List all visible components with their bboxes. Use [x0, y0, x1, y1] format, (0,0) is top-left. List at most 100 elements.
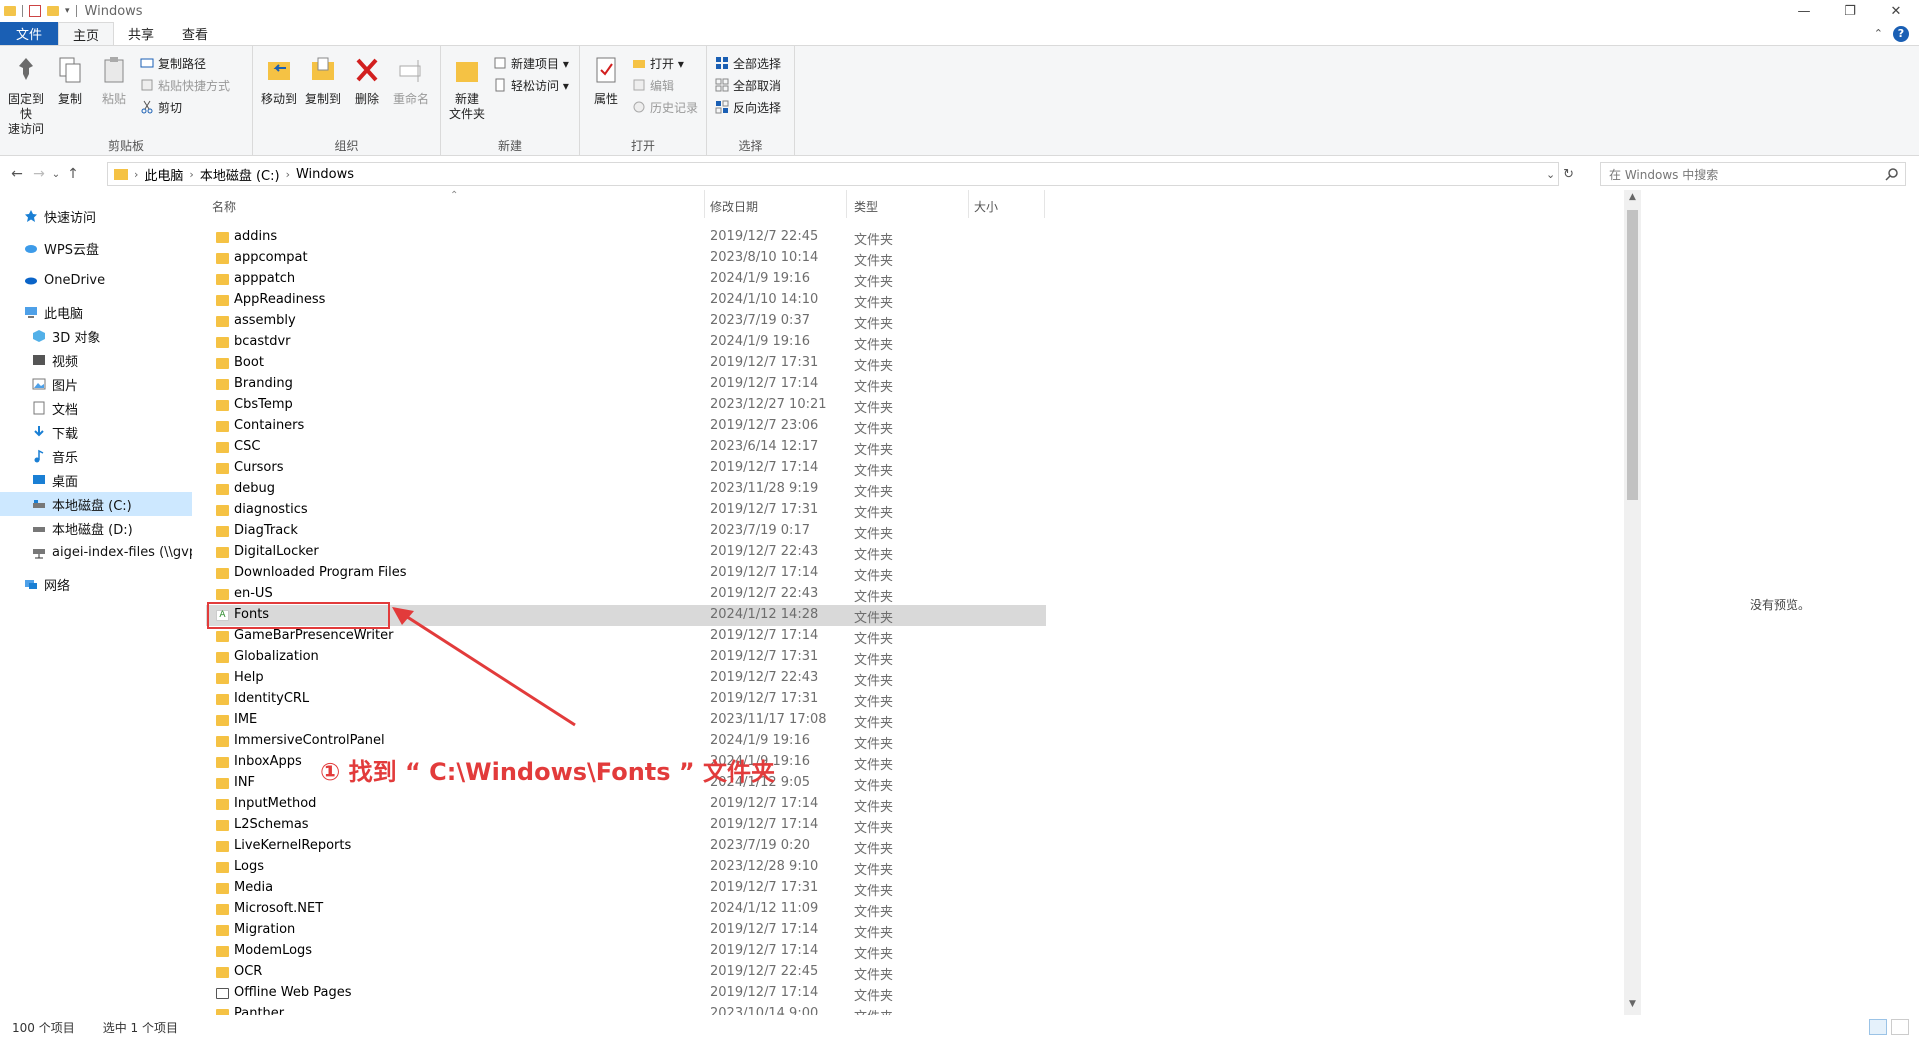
- refresh-icon[interactable]: ↻: [1563, 167, 1574, 182]
- tab-file[interactable]: 文件: [0, 22, 59, 45]
- properties-quick-icon[interactable]: [29, 5, 41, 17]
- file-row[interactable]: Branding 2019/12/7 17:14 文件夹: [206, 374, 1046, 395]
- file-row[interactable]: Help 2019/12/7 22:43 文件夹: [206, 668, 1046, 689]
- search-box[interactable]: 在 Windows 中搜索: [1600, 162, 1906, 186]
- file-row[interactable]: Microsoft.NET 2024/1/12 11:09 文件夹: [206, 899, 1046, 920]
- nav-3d-objects[interactable]: 3D 对象: [0, 324, 192, 348]
- file-row[interactable]: L2Schemas 2019/12/7 17:14 文件夹: [206, 815, 1046, 836]
- chevron-right-icon[interactable]: ›: [189, 168, 193, 181]
- file-row[interactable]: LiveKernelReports 2023/7/19 0:20 文件夹: [206, 836, 1046, 857]
- file-row[interactable]: DiagTrack 2023/7/19 0:17 文件夹: [206, 521, 1046, 542]
- file-row[interactable]: ModemLogs 2019/12/7 17:14 文件夹: [206, 941, 1046, 962]
- column-divider[interactable]: [1044, 190, 1045, 218]
- file-row[interactable]: apppatch 2024/1/9 19:16 文件夹: [206, 269, 1046, 290]
- recent-locations-button[interactable]: ⌄: [50, 169, 62, 180]
- file-row[interactable]: GameBarPresenceWriter 2019/12/7 17:14 文件夹: [206, 626, 1046, 647]
- file-row[interactable]: bcastdvr 2024/1/9 19:16 文件夹: [206, 332, 1046, 353]
- new-item-button[interactable]: 新建项目 ▾: [493, 54, 569, 72]
- file-row[interactable]: OCR 2019/12/7 22:45 文件夹: [206, 962, 1046, 983]
- file-row[interactable]: assembly 2023/7/19 0:37 文件夹: [206, 311, 1046, 332]
- back-button[interactable]: ←: [6, 166, 28, 182]
- file-row[interactable]: ImmersiveControlPanel 2024/1/9 19:16 文件夹: [206, 731, 1046, 752]
- nav-network[interactable]: 网络: [0, 572, 192, 596]
- nav-videos[interactable]: 视频: [0, 348, 192, 372]
- breadcrumb-this-pc[interactable]: 此电脑: [144, 165, 183, 184]
- large-icons-view-icon[interactable]: [1891, 1019, 1909, 1035]
- column-divider[interactable]: [704, 190, 705, 218]
- tab-share[interactable]: 共享: [114, 22, 168, 45]
- file-row[interactable]: Globalization 2019/12/7 17:31 文件夹: [206, 647, 1046, 668]
- close-button[interactable]: ✕: [1873, 0, 1919, 22]
- scroll-up-icon[interactable]: ▲: [1624, 192, 1641, 206]
- select-none-button[interactable]: 全部取消: [715, 76, 781, 94]
- file-row[interactable]: InputMethod 2019/12/7 17:14 文件夹: [206, 794, 1046, 815]
- history-button[interactable]: 历史记录: [632, 98, 698, 116]
- nav-network-drive[interactable]: aigei-index-files (\\gvpn: [0, 540, 192, 564]
- file-row[interactable]: Media 2019/12/7 17:31 文件夹: [206, 878, 1046, 899]
- column-header-type[interactable]: 类型: [854, 198, 878, 215]
- file-row[interactable]: Containers 2019/12/7 23:06 文件夹: [206, 416, 1046, 437]
- file-row[interactable]: CbsTemp 2023/12/27 10:21 文件夹: [206, 395, 1046, 416]
- column-divider[interactable]: [968, 190, 969, 218]
- tab-home[interactable]: 主页: [58, 22, 115, 45]
- chevron-down-icon[interactable]: ⌄: [1546, 168, 1555, 181]
- nav-wps-cloud[interactable]: WPS云盘: [0, 236, 192, 260]
- file-row[interactable]: DigitalLocker 2019/12/7 22:43 文件夹: [206, 542, 1046, 563]
- file-row[interactable]: IdentityCRL 2019/12/7 17:31 文件夹: [206, 689, 1046, 710]
- copy-path-button[interactable]: 复制路径: [140, 54, 230, 72]
- cut-button[interactable]: 剪切: [140, 98, 230, 116]
- easy-access-button[interactable]: 轻松访问 ▾: [493, 76, 569, 94]
- file-row[interactable]: Logs 2023/12/28 9:10 文件夹: [206, 857, 1046, 878]
- file-row[interactable]: Boot 2019/12/7 17:31 文件夹: [206, 353, 1046, 374]
- select-all-button[interactable]: 全部选择: [715, 54, 781, 72]
- open-button[interactable]: 打开 ▾: [632, 54, 698, 72]
- nav-pictures[interactable]: 图片: [0, 372, 192, 396]
- invert-selection-button[interactable]: 反向选择: [715, 98, 781, 116]
- column-header-name[interactable]: 名称: [212, 198, 236, 215]
- nav-this-pc[interactable]: 此电脑: [0, 300, 192, 324]
- file-row[interactable]: Offline Web Pages 2019/12/7 17:14 文件夹: [206, 983, 1046, 1004]
- collapse-ribbon-icon[interactable]: ⌃: [1874, 27, 1883, 40]
- file-row[interactable]: debug 2023/11/28 9:19 文件夹: [206, 479, 1046, 500]
- file-row[interactable]: Cursors 2019/12/7 17:14 文件夹: [206, 458, 1046, 479]
- column-header-date[interactable]: 修改日期: [710, 198, 758, 215]
- scrollbar-thumb[interactable]: [1627, 210, 1638, 500]
- column-divider[interactable]: [846, 190, 847, 218]
- breadcrumb-windows[interactable]: Windows: [296, 167, 354, 182]
- chevron-right-icon[interactable]: ›: [286, 168, 290, 181]
- file-row[interactable]: CSC 2023/6/14 12:17 文件夹: [206, 437, 1046, 458]
- scroll-down-icon[interactable]: ▼: [1624, 999, 1641, 1013]
- new-folder-quick-icon[interactable]: [47, 6, 59, 16]
- file-row[interactable]: Panther 2023/10/14 9:00 文件夹: [206, 1004, 1046, 1015]
- help-icon[interactable]: ?: [1893, 25, 1909, 42]
- address-bar[interactable]: › 此电脑 › 本地磁盘 (C:) › Windows: [107, 162, 1559, 186]
- breadcrumb-drive-c[interactable]: 本地磁盘 (C:): [200, 165, 280, 184]
- file-row[interactable]: addins 2019/12/7 22:45 文件夹: [206, 227, 1046, 248]
- tab-view[interactable]: 查看: [168, 22, 222, 45]
- file-row[interactable]: Downloaded Program Files 2019/12/7 17:14 文…: [206, 563, 1046, 584]
- file-row[interactable]: appcompat 2023/8/10 10:14 文件夹: [206, 248, 1046, 269]
- file-row[interactable]: AppReadiness 2024/1/10 14:10 文件夹: [206, 290, 1046, 311]
- edit-button[interactable]: 编辑: [632, 76, 698, 94]
- customize-toolbar-icon[interactable]: ▾: [65, 6, 70, 16]
- vertical-scrollbar[interactable]: ▲ ▼: [1624, 190, 1641, 1015]
- nav-local-disk-d[interactable]: 本地磁盘 (D:): [0, 516, 192, 540]
- nav-downloads[interactable]: 下载: [0, 420, 192, 444]
- nav-local-disk-c[interactable]: 本地磁盘 (C:): [0, 492, 192, 516]
- search-icon[interactable]: [1885, 167, 1899, 181]
- nav-desktop[interactable]: 桌面: [0, 468, 192, 492]
- paste-shortcut-button[interactable]: 粘贴快捷方式: [140, 76, 230, 94]
- chevron-right-icon[interactable]: ›: [134, 168, 138, 181]
- nav-documents[interactable]: 文档: [0, 396, 192, 420]
- details-view-icon[interactable]: [1869, 1019, 1887, 1035]
- nav-music[interactable]: 音乐: [0, 444, 192, 468]
- nav-onedrive[interactable]: OneDrive: [0, 268, 192, 292]
- file-row[interactable]: Migration 2019/12/7 17:14 文件夹: [206, 920, 1046, 941]
- nav-quick-access[interactable]: 快速访问: [0, 204, 192, 228]
- minimize-button[interactable]: —: [1781, 0, 1827, 22]
- forward-button[interactable]: →: [28, 166, 50, 182]
- file-row[interactable]: diagnostics 2019/12/7 17:31 文件夹: [206, 500, 1046, 521]
- column-header-size[interactable]: 大小: [974, 198, 998, 215]
- up-button[interactable]: ↑: [62, 166, 84, 182]
- file-row[interactable]: IME 2023/11/17 17:08 文件夹: [206, 710, 1046, 731]
